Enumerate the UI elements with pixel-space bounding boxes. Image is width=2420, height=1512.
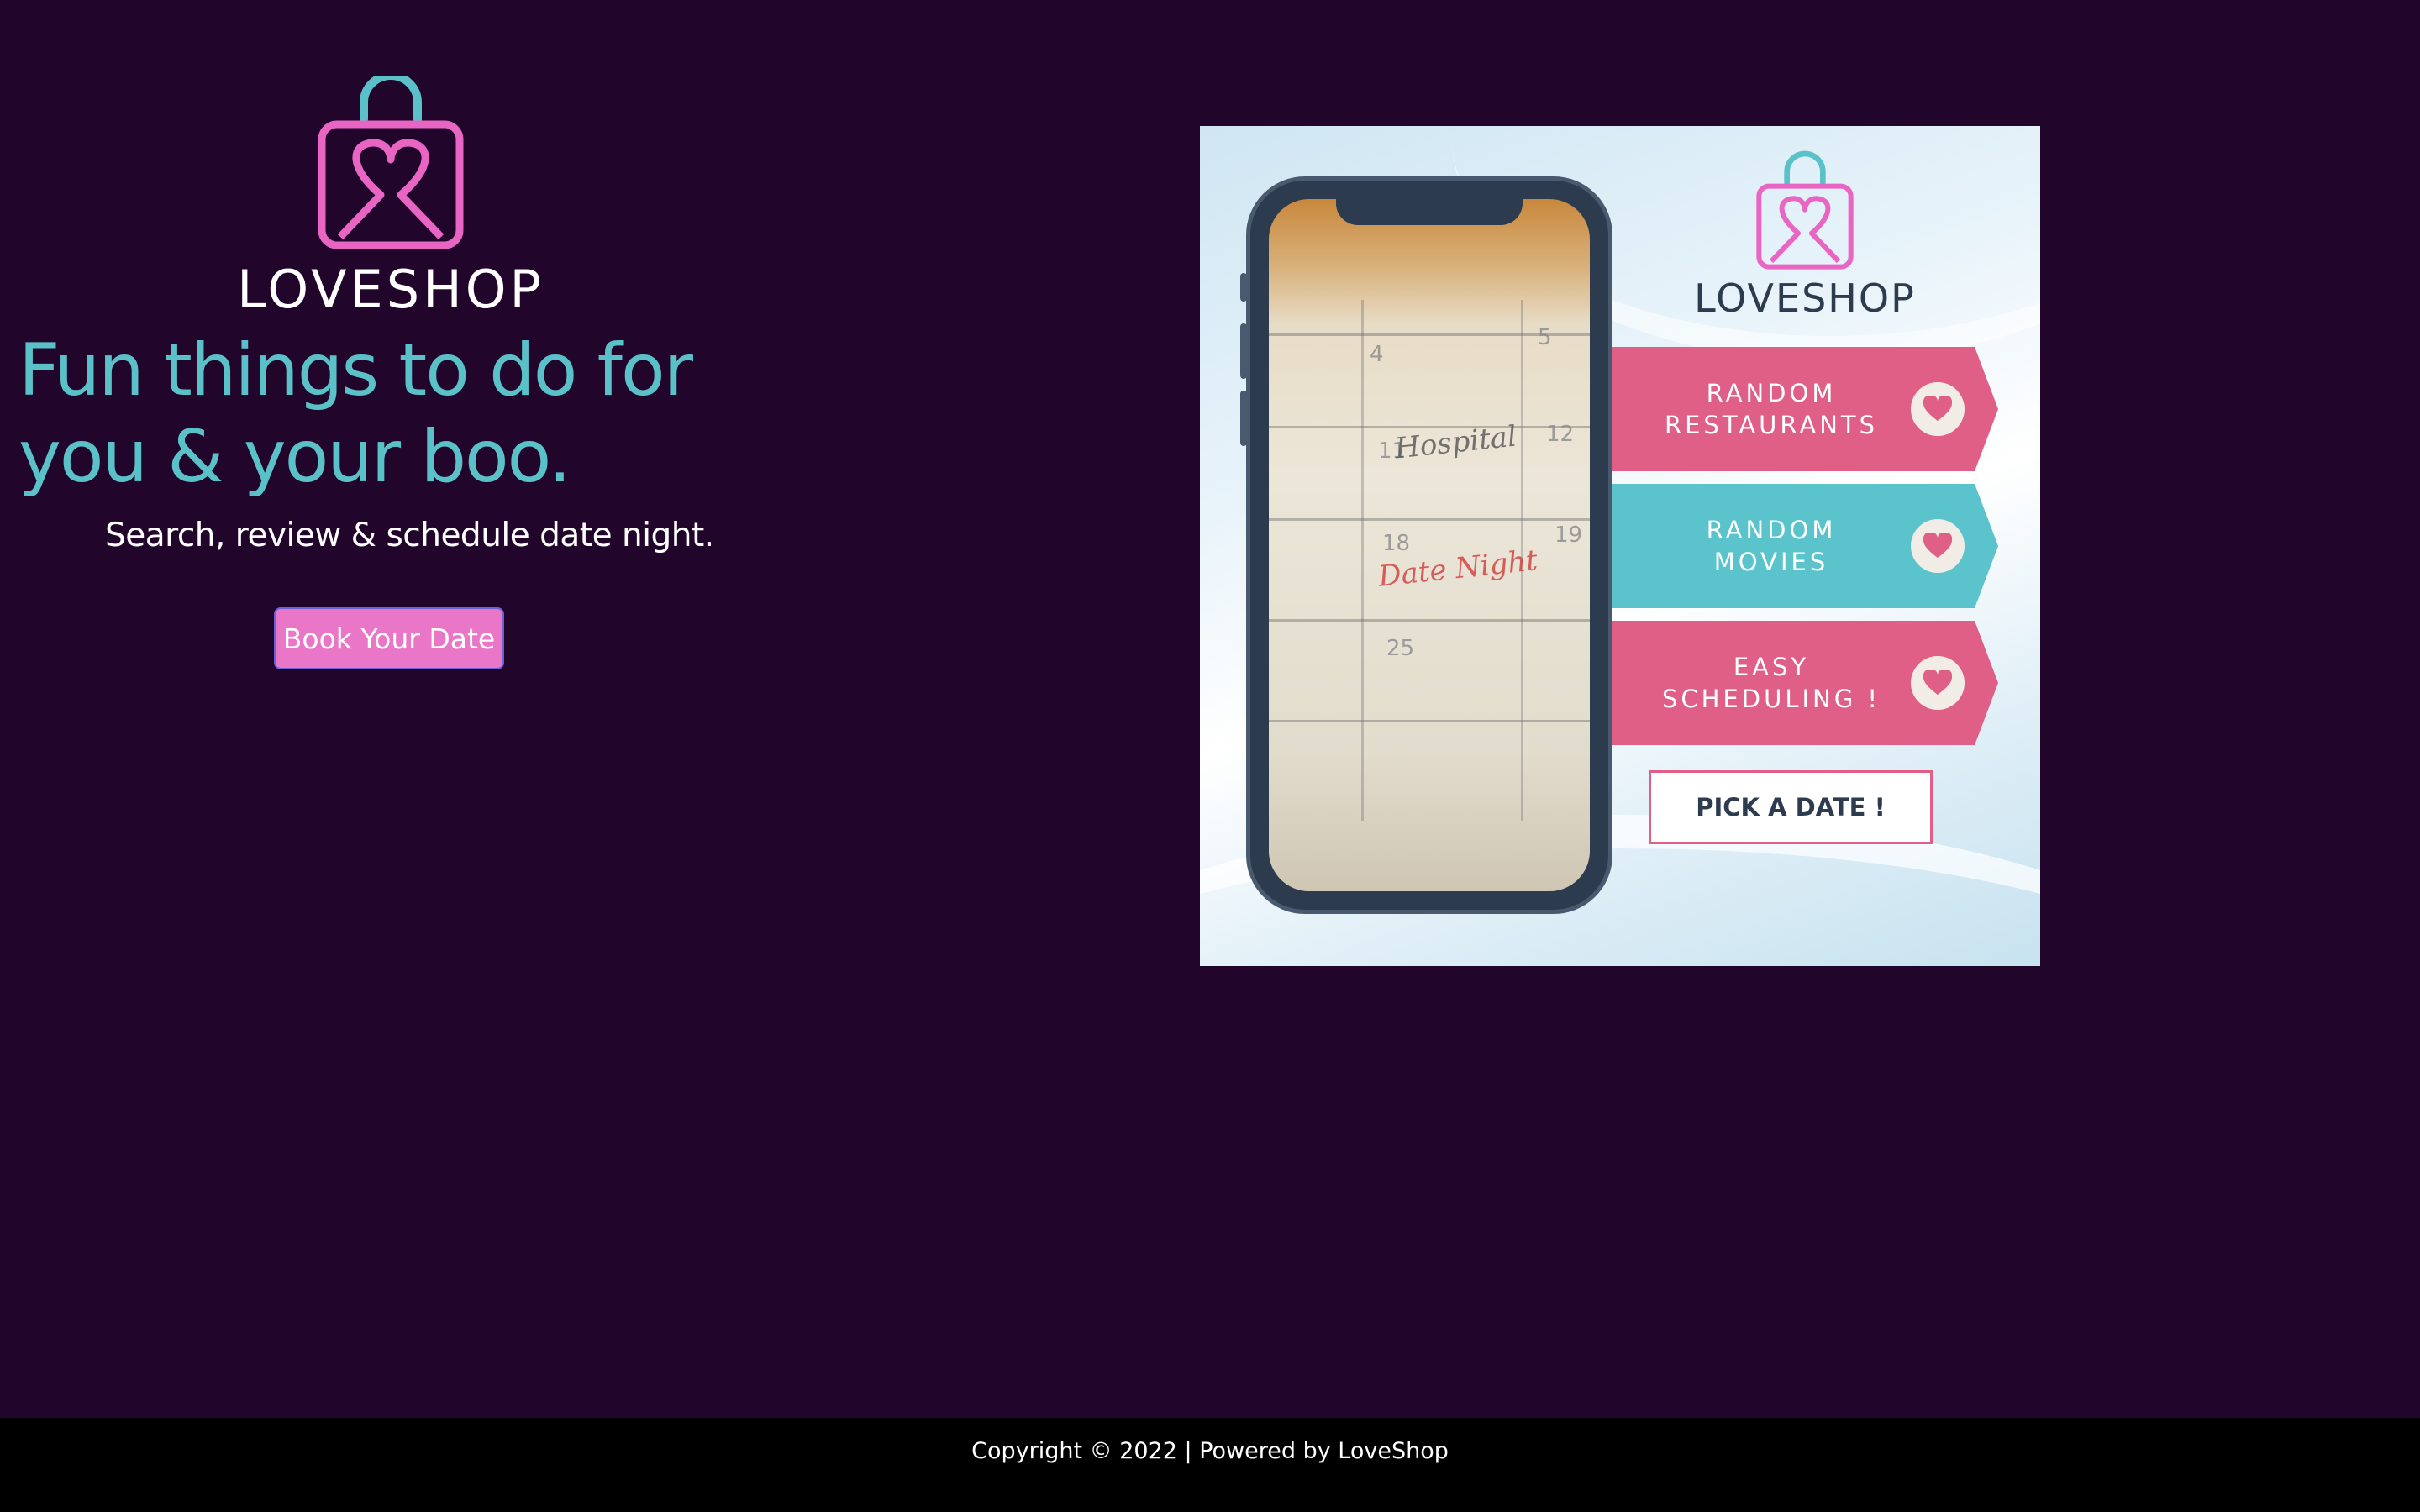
hero-headline-line-1: Fun things to do for bbox=[18, 328, 693, 412]
brand-logo[interactable]: LOVESHOP bbox=[223, 76, 559, 320]
feature-label: RANDOM RESTAURANTS bbox=[1645, 377, 1897, 441]
heart-icon bbox=[1911, 382, 1965, 436]
book-your-date-button[interactable]: Book Your Date bbox=[274, 607, 504, 669]
calendar-gridline bbox=[1269, 619, 1590, 622]
feature-label-line: SCHEDULING ! bbox=[1661, 685, 1881, 713]
phone-screen-calendar: 4 5 11 12 18 19 25 Hospital Date Night bbox=[1269, 199, 1590, 891]
footer: Copyright © 2022 | Powered by LoveShop bbox=[0, 1418, 2420, 1512]
pick-a-date-label: PICK A DATE ! bbox=[1649, 770, 1933, 844]
phone-notch bbox=[1336, 199, 1523, 225]
brand-wordmark: LOVESHOP bbox=[237, 259, 544, 320]
phone-side-button bbox=[1240, 273, 1247, 302]
phone-side-button bbox=[1240, 391, 1247, 446]
calendar-day-number: 12 bbox=[1546, 422, 1575, 447]
calendar-gridline bbox=[1361, 300, 1364, 821]
feature-ribbon-easy-scheduling: EASY SCHEDULING ! bbox=[1612, 621, 1998, 745]
feature-label-line: RESTAURANTS bbox=[1664, 411, 1879, 439]
hero-headline-line-2: you & your boo. bbox=[18, 415, 571, 499]
feature-label-line: EASY bbox=[1733, 653, 1810, 681]
calendar-day-number: 19 bbox=[1555, 522, 1583, 548]
footer-copyright: Copyright © 2022 | Powered by LoveShop bbox=[971, 1438, 1449, 1464]
calendar-day-number: 5 bbox=[1538, 325, 1552, 350]
calendar-day-number: 18 bbox=[1382, 531, 1411, 556]
calendar-gridline bbox=[1269, 720, 1590, 722]
promo-image: 4 5 11 12 18 19 25 Hospital Date Night L… bbox=[1200, 126, 2040, 966]
calendar-gridline bbox=[1269, 518, 1590, 521]
feature-ribbon-random-restaurants: RANDOM RESTAURANTS bbox=[1612, 347, 1998, 471]
hero-headline: Fun things to do for you & your boo. bbox=[18, 328, 693, 501]
landing-page: LOVESHOP Fun things to do for you & your… bbox=[0, 0, 2420, 1512]
heart-icon bbox=[1911, 656, 1965, 710]
feature-label: EASY SCHEDULING ! bbox=[1645, 651, 1897, 715]
calendar-day-number: 4 bbox=[1370, 342, 1384, 367]
feature-label-line: MOVIES bbox=[1713, 548, 1829, 576]
shopping-bag-heart-logo-icon bbox=[1756, 150, 1854, 270]
promo-brand-wordmark: LOVESHOP bbox=[1694, 276, 1916, 321]
phone-side-button bbox=[1240, 323, 1247, 379]
heart-icon bbox=[1911, 519, 1965, 573]
feature-label: RANDOM MOVIES bbox=[1645, 514, 1897, 578]
phone-illustration: 4 5 11 12 18 19 25 Hospital Date Night bbox=[1240, 176, 1612, 914]
hero-subheadline: Search, review & schedule date night. bbox=[105, 517, 714, 554]
calendar-day-number: 25 bbox=[1386, 636, 1415, 661]
feature-ribbon-random-movies: RANDOM MOVIES bbox=[1612, 484, 1998, 608]
feature-label-line: RANDOM bbox=[1706, 516, 1837, 544]
feature-label-line: RANDOM bbox=[1706, 379, 1837, 407]
promo-brand-logo: LOVESHOP bbox=[1679, 150, 1948, 326]
shopping-bag-heart-logo-icon bbox=[318, 76, 464, 249]
